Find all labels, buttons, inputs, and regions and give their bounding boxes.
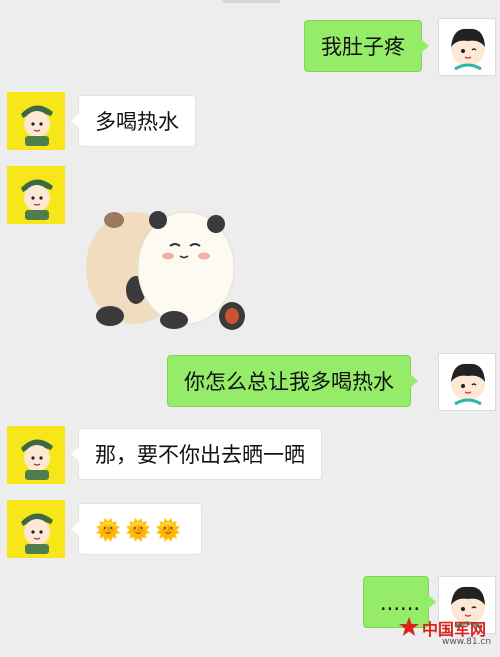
panda-sticker[interactable]	[74, 198, 250, 338]
two-hugging-panda-sticker	[86, 211, 245, 330]
soldier-avatar-icon	[21, 513, 53, 554]
message-bubble-received[interactable]: 多喝热水	[71, 95, 196, 147]
girl-avatar-icon	[451, 28, 485, 71]
message-text: 我肚子疼	[321, 35, 405, 59]
contact-avatar[interactable]	[7, 92, 65, 150]
message-bubble-received[interactable]: 🌞🌞🌞	[70, 503, 203, 555]
sun-emoji-message: 🌞🌞🌞	[95, 518, 186, 542]
message-text: 多喝热水	[95, 110, 179, 134]
contact-avatar[interactable]	[7, 426, 65, 484]
soldier-avatar-icon	[21, 439, 53, 480]
soldier-avatar-icon	[21, 179, 53, 220]
girl-avatar-icon	[451, 363, 485, 406]
top-edge-divider	[222, 0, 280, 3]
red-star-icon	[399, 617, 419, 636]
my-avatar[interactable]	[438, 353, 496, 411]
message-bubble-sent[interactable]: 我肚子疼	[304, 20, 429, 72]
my-avatar[interactable]	[438, 18, 496, 76]
contact-avatar[interactable]	[7, 500, 65, 558]
soldier-avatar-icon	[21, 105, 53, 146]
message-text: 你怎么总让我多喝热水	[184, 370, 394, 394]
message-text: 那，要不你出去晒一晒	[95, 443, 305, 467]
site-watermark: 中国军网 www.81.cn	[398, 612, 498, 654]
message-bubble-sent[interactable]: 你怎么总让我多喝热水	[167, 355, 418, 407]
watermark-url: www.81.cn	[442, 637, 492, 647]
contact-avatar[interactable]	[7, 166, 65, 224]
message-bubble-received[interactable]: 那，要不你出去晒一晒	[71, 428, 322, 480]
